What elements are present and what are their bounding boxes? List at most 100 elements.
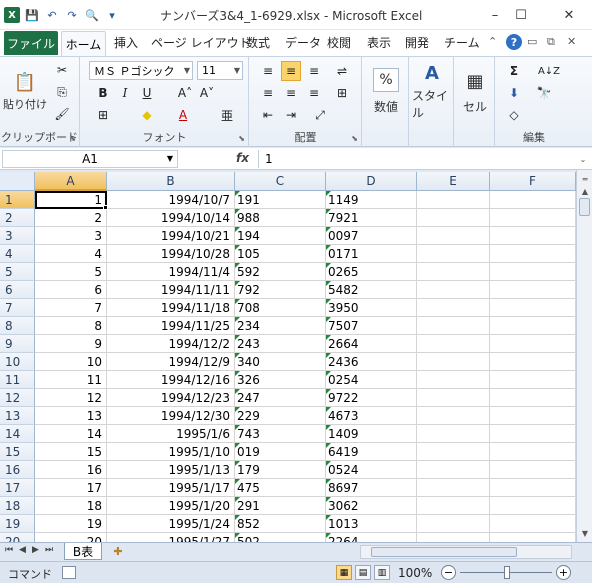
cell-b[interactable]: 1995/1/13 [107,461,235,479]
row-header[interactable]: 3 [0,227,35,245]
shrink-font-button[interactable]: A˅ [197,83,217,103]
row-header[interactable]: 17 [0,479,35,497]
cell-d[interactable]: 1013 [326,515,417,533]
column-header-d[interactable]: D [326,172,417,191]
cell-a[interactable]: 7 [35,299,107,317]
cell-e[interactable] [417,191,490,209]
merge-center-icon[interactable]: ⊞ [332,83,352,103]
column-header-b[interactable]: B [107,172,235,191]
vertical-scrollbar[interactable]: ═ ▲ ▼ [576,170,592,542]
cell-e[interactable] [417,317,490,335]
workbook-minimize-icon[interactable]: ▭ [527,35,537,48]
name-box[interactable]: A1 ▼ [2,150,178,168]
sheet-tab-active[interactable]: B表 [64,543,102,560]
sort-filter-icon[interactable]: A↓Z [534,61,564,81]
macro-record-icon[interactable] [62,566,76,579]
cell-b[interactable]: 1994/11/18 [107,299,235,317]
increase-indent-icon[interactable]: ⇥ [281,105,301,125]
cell-e[interactable] [417,299,490,317]
first-sheet-icon[interactable]: ⏮ [5,545,13,555]
format-painter-icon[interactable]: 🖌 [52,104,72,124]
cell-d[interactable]: 6419 [326,443,417,461]
orientation-icon[interactable]: ⤢ [310,105,330,125]
close-button[interactable]: ✕ [552,4,586,26]
formula-input[interactable]: 1 [258,150,574,168]
alignment-launcher-icon[interactable]: ⬊ [351,134,358,143]
font-launcher-icon[interactable]: ⬊ [238,134,245,143]
tab-data[interactable]: データ [285,34,321,51]
cell-b[interactable]: 1995/1/27 [107,533,235,542]
cell-b[interactable]: 1994/11/4 [107,263,235,281]
cell-f[interactable] [490,281,576,299]
cell-c[interactable]: 502 [235,533,326,542]
cell-f[interactable] [490,389,576,407]
cell-f[interactable] [490,425,576,443]
cell-d[interactable]: 0097 [326,227,417,245]
tab-team[interactable]: チーム [444,34,480,51]
page-layout-view-icon[interactable]: ▤ [355,565,371,580]
autosum-icon[interactable]: Σ [504,61,524,81]
row-header[interactable]: 9 [0,335,35,353]
cell-d[interactable]: 2264 [326,533,417,542]
cell-d[interactable]: 3950 [326,299,417,317]
align-left-icon[interactable]: ≡ [258,83,278,103]
cell-b[interactable]: 1994/10/14 [107,209,235,227]
excel-logo-icon[interactable]: X [4,7,20,23]
row-header[interactable]: 15 [0,443,35,461]
page-break-view-icon[interactable]: ▥ [374,565,390,580]
cell-f[interactable] [490,245,576,263]
cells-button[interactable]: ▦ セル [457,61,493,121]
cell-a[interactable]: 13 [35,407,107,425]
cell-e[interactable] [417,263,490,281]
cell-c[interactable]: 988 [235,209,326,227]
row-header[interactable]: 19 [0,515,35,533]
row-header[interactable]: 20 [0,533,35,542]
cell-f[interactable] [490,371,576,389]
row-header[interactable]: 1 [0,191,35,209]
tab-developer[interactable]: 開発 [405,34,429,51]
align-center-icon[interactable]: ≡ [281,83,301,103]
cell-e[interactable] [417,425,490,443]
cell-b[interactable]: 1994/10/7 [107,191,235,209]
cell-e[interactable] [417,479,490,497]
cell-e[interactable] [417,335,490,353]
cell-b[interactable]: 1995/1/10 [107,443,235,461]
cell-f[interactable] [490,461,576,479]
cell-c[interactable]: 019 [235,443,326,461]
cell-f[interactable] [490,443,576,461]
cell-d[interactable]: 1409 [326,425,417,443]
expand-formula-bar-icon[interactable]: ⌄ [576,151,590,167]
cell-a[interactable]: 12 [35,389,107,407]
tab-page-layout[interactable]: ページ レイアウト [151,34,251,51]
fill-handle[interactable] [103,205,108,210]
cell-d[interactable]: 8697 [326,479,417,497]
cell-f[interactable] [490,533,576,542]
cell-a[interactable]: 2 [35,209,107,227]
cell-d[interactable]: 2664 [326,335,417,353]
zoom-level[interactable]: 100% [398,566,432,580]
cell-a[interactable]: 3 [35,227,107,245]
phonetic-icon[interactable]: 亜 [217,105,237,125]
cell-f[interactable] [490,515,576,533]
row-header[interactable]: 5 [0,263,35,281]
decrease-indent-icon[interactable]: ⇤ [258,105,278,125]
cell-c[interactable]: 191 [235,191,326,209]
align-middle-icon[interactable]: ≡ [281,61,301,81]
cell-b[interactable]: 1995/1/6 [107,425,235,443]
row-header[interactable]: 11 [0,371,35,389]
cell-c[interactable]: 743 [235,425,326,443]
cell-e[interactable] [417,209,490,227]
redo-icon[interactable]: ↷ [64,7,80,23]
cell-e[interactable] [417,407,490,425]
cell-e[interactable] [417,443,490,461]
cell-b[interactable]: 1994/12/23 [107,389,235,407]
cell-a[interactable]: 10 [35,353,107,371]
insert-sheet-icon[interactable]: ✚ [108,544,128,559]
tab-view[interactable]: 表示 [367,34,391,51]
row-header[interactable]: 2 [0,209,35,227]
tab-home[interactable]: ホーム [61,31,106,56]
cell-f[interactable] [490,479,576,497]
row-header[interactable]: 16 [0,461,35,479]
cell-a[interactable]: 20 [35,533,107,542]
cell-b[interactable]: 1994/11/25 [107,317,235,335]
